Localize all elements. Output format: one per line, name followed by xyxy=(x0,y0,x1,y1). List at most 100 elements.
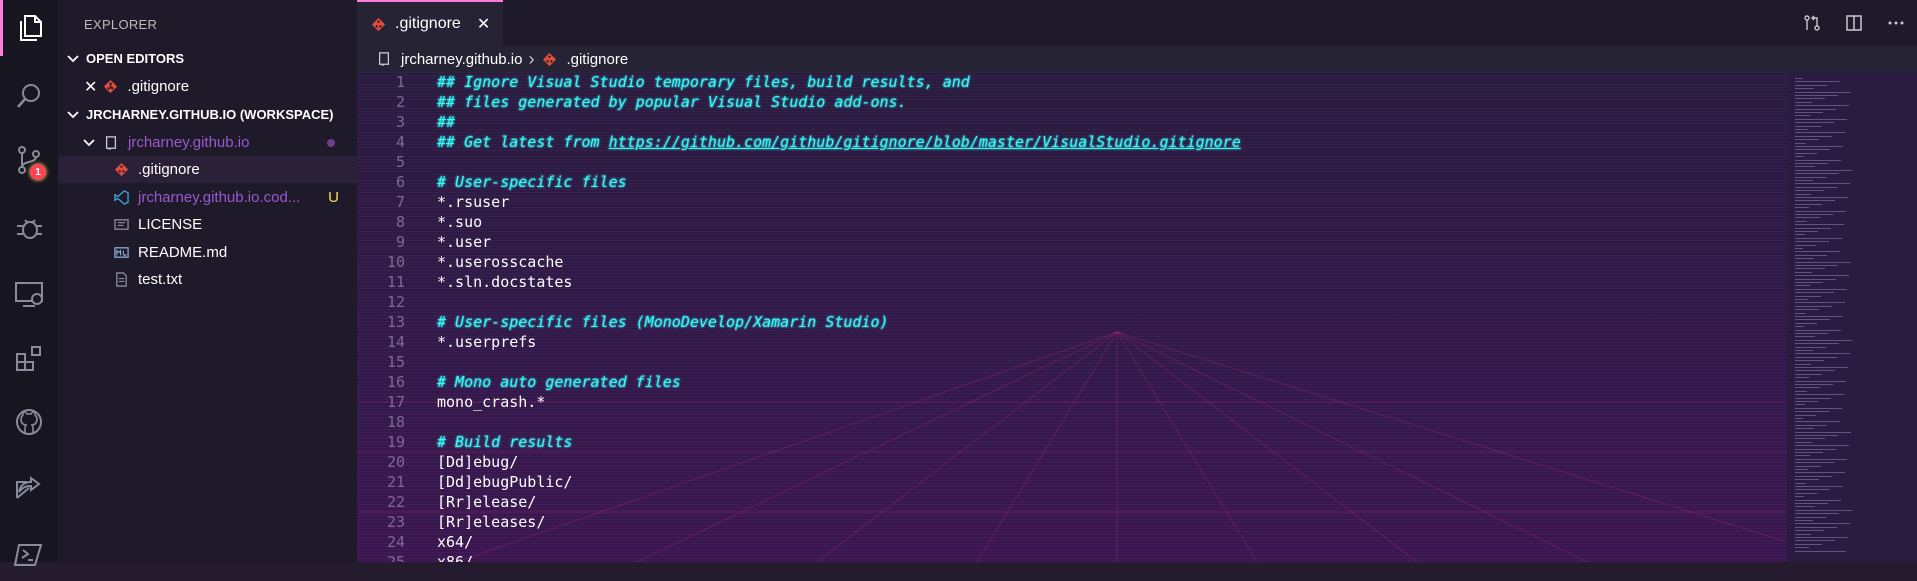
open-editor-item[interactable]: ✕ .gitignore xyxy=(58,73,357,100)
url-link[interactable]: https://github.com/github/gitignore/blob… xyxy=(609,133,1241,151)
code-line[interactable]: 21 [Dd]ebugPublic/ xyxy=(357,472,1787,492)
file-item-gitignore[interactable]: .gitignore xyxy=(58,156,357,183)
file-name: LICENSE xyxy=(138,216,203,233)
line-text: ## Get latest from https://github.com/gi… xyxy=(437,132,1241,152)
breadcrumb-folder[interactable]: jrcharney.github.io xyxy=(401,51,522,68)
code-line[interactable]: 25 x86/ xyxy=(357,552,1787,562)
close-icon[interactable]: ✕ xyxy=(84,77,97,97)
powershell-activity-button[interactable] xyxy=(0,525,58,581)
line-content: ## Ignore Visual Studio temporary files,… xyxy=(437,73,970,91)
minimap-line xyxy=(1795,513,1839,515)
file-item-test-txt[interactable]: test.txt xyxy=(58,266,357,293)
code-line[interactable]: 13 # User-specific files (MonoDevelop/Xam… xyxy=(357,312,1787,332)
code-line[interactable]: 5 xyxy=(357,152,1787,172)
code-line[interactable]: 3 ## xyxy=(357,112,1787,132)
minimap-line xyxy=(1795,421,1840,423)
code-line[interactable]: 14 *.userprefs xyxy=(357,332,1787,352)
debug-activity-button[interactable] xyxy=(0,200,58,256)
code-line[interactable]: 12 xyxy=(357,292,1787,312)
git-file-icon xyxy=(540,50,558,68)
minimap-line xyxy=(1795,363,1811,365)
minimap-line xyxy=(1795,435,1838,436)
markdown-file-icon xyxy=(112,244,130,262)
minimap-line xyxy=(1795,152,1817,154)
minimap-line xyxy=(1795,285,1810,287)
line-number: 24 xyxy=(386,533,405,551)
minimap-line xyxy=(1795,186,1837,188)
line-text: [Dd]ebug/ xyxy=(437,452,518,472)
extensions-activity-button[interactable] xyxy=(0,330,58,386)
line-number: 7 xyxy=(395,193,405,211)
chevron-down-icon xyxy=(67,54,79,62)
file-name: test.txt xyxy=(138,271,183,288)
close-icon[interactable]: ✕ xyxy=(477,14,490,34)
live-share-activity-button[interactable] xyxy=(0,460,58,516)
minimap-line xyxy=(1795,387,1820,389)
code-line[interactable]: 6 # User-specific files xyxy=(357,172,1787,192)
file-item-license[interactable]: LICENSE xyxy=(58,211,357,238)
more-actions-button[interactable] xyxy=(1875,14,1917,32)
line-text: x64/ xyxy=(437,532,473,552)
code-line[interactable]: 19 # Build results xyxy=(357,432,1787,452)
code-line[interactable]: 10 *.userosscache xyxy=(357,252,1787,272)
remote-explorer-activity-button[interactable] xyxy=(0,266,58,322)
code-line[interactable]: 24 x64/ xyxy=(357,532,1787,552)
github-activity-button[interactable] xyxy=(0,394,58,450)
line-number: 20 xyxy=(386,453,405,471)
minimap-line xyxy=(1795,166,1815,168)
line-number: 16 xyxy=(386,373,405,391)
split-editor-button[interactable] xyxy=(1833,14,1875,32)
open-changes-button[interactable] xyxy=(1791,14,1833,32)
file-item-code-workspace[interactable]: jrcharney.github.io.cod... U xyxy=(58,184,357,211)
minimap-line xyxy=(1795,139,1819,141)
source-control-activity-button[interactable]: 1 xyxy=(0,132,58,188)
tab-gitignore[interactable]: .gitignore ✕ xyxy=(357,0,503,46)
line-number: 25 xyxy=(386,553,405,562)
code-line[interactable]: 23 [Rr]eleases/ xyxy=(357,512,1787,532)
search-activity-button[interactable] xyxy=(0,68,58,124)
code-line[interactable]: 4 ## Get latest from https://github.com/g… xyxy=(357,132,1787,152)
minimap-line xyxy=(1795,329,1841,331)
open-editors-section-header[interactable]: OPEN EDITORS xyxy=(58,45,357,72)
code-line[interactable]: 22 [Rr]elease/ xyxy=(357,492,1787,512)
breadcrumb-file[interactable]: .gitignore xyxy=(566,51,628,68)
code-line[interactable]: 8 *.suo xyxy=(357,212,1787,232)
code-line[interactable]: 9 *.user xyxy=(357,232,1787,252)
minimap-line xyxy=(1795,462,1834,464)
explorer-activity-button[interactable] xyxy=(0,0,58,56)
code-editor[interactable]: 1 ## Ignore Visual Studio temporary files… xyxy=(357,72,1787,562)
line-number: 14 xyxy=(386,333,405,351)
code-line[interactable]: 11 *.sln.docstates xyxy=(357,272,1787,292)
minimap[interactable] xyxy=(1787,72,1917,562)
minimap-line xyxy=(1795,465,1821,467)
file-item-readme[interactable]: README.md xyxy=(58,239,357,266)
code-line[interactable]: 20 [Dd]ebug/ xyxy=(357,452,1787,472)
code-line[interactable]: 1 ## Ignore Visual Studio temporary files… xyxy=(357,72,1787,92)
code-line[interactable]: 7 *.rsuser xyxy=(357,192,1787,212)
minimap-line xyxy=(1795,350,1813,351)
minimap-line xyxy=(1795,492,1817,494)
minimap-line xyxy=(1795,452,1823,453)
minimap-line xyxy=(1795,142,1806,144)
code-line[interactable]: 16 # Mono auto generated files xyxy=(357,372,1787,392)
folder-item[interactable]: jrcharney.github.io xyxy=(58,129,357,156)
minimap-line xyxy=(1795,217,1820,219)
minimap-line xyxy=(1795,550,1846,552)
minimap-line xyxy=(1795,98,1825,100)
line-content: [Dd]ebug/ xyxy=(437,453,519,471)
minimap-line xyxy=(1795,530,1824,532)
code-line[interactable]: 2 ## files generated by popular Visual St… xyxy=(357,92,1787,112)
minimap-line xyxy=(1795,220,1807,222)
code-line[interactable]: 15 xyxy=(357,352,1787,372)
code-line[interactable]: 18 xyxy=(357,412,1787,432)
workspace-section-header[interactable]: JRCHARNEY.GITHUB.IO (WORKSPACE) xyxy=(58,101,357,128)
minimap-line xyxy=(1795,81,1840,83)
minimap-line xyxy=(1795,169,1852,171)
minimap-line xyxy=(1795,367,1848,368)
line-text: *.userosscache xyxy=(437,252,563,272)
minimap-line xyxy=(1795,540,1835,542)
minimap-line xyxy=(1795,499,1841,501)
minimap-line xyxy=(1795,370,1835,372)
code-line[interactable]: 17 mono_crash.* xyxy=(357,392,1787,412)
minimap-line xyxy=(1795,254,1827,256)
